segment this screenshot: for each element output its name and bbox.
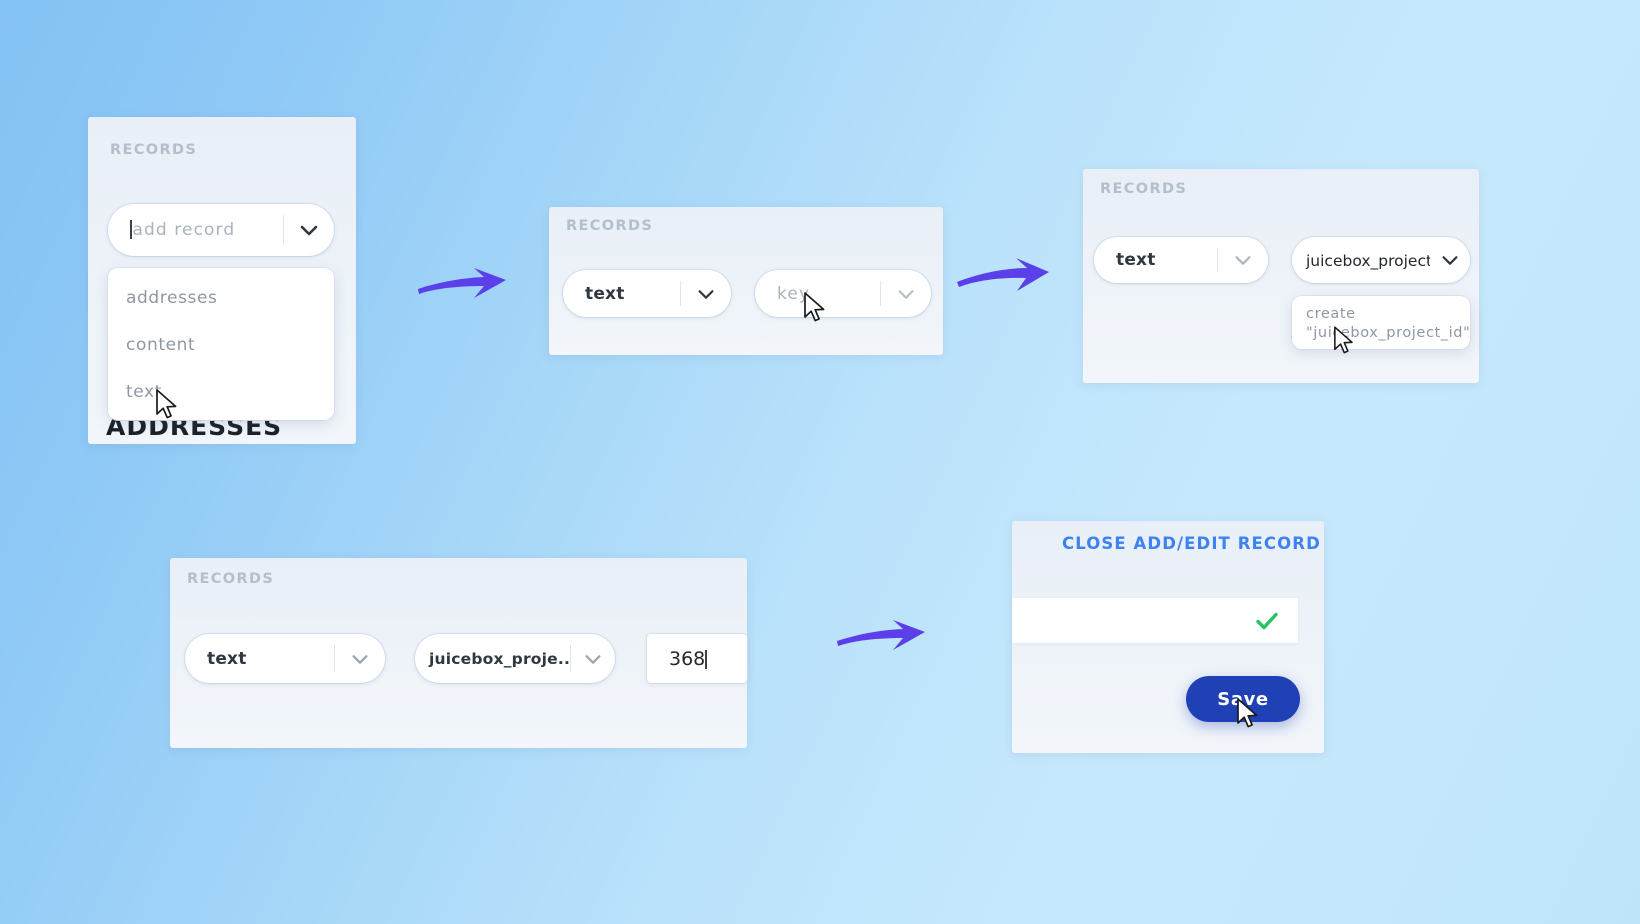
text-cursor: [130, 220, 132, 239]
key-select-step-4[interactable]: juicebox_proje...: [415, 634, 615, 683]
chevron-down-icon[interactable]: [284, 218, 334, 242]
check-icon: [1254, 608, 1280, 634]
key-combobox-value: juicebox_project_id: [1292, 251, 1430, 270]
chevron-down-icon[interactable]: [335, 648, 385, 670]
add-record-select[interactable]: add record: [108, 204, 334, 256]
type-select-step-4[interactable]: text: [185, 634, 385, 683]
type-select-value: text: [207, 648, 247, 669]
type-select-step-2[interactable]: text: [563, 270, 731, 317]
text-cursor: [705, 649, 707, 669]
create-key-dropdown[interactable]: create "juicebox_project_id": [1292, 296, 1470, 349]
key-select-value: juicebox_proje...: [429, 649, 570, 668]
key-select-value: key: [777, 283, 811, 304]
flow-arrow-1: [414, 258, 510, 310]
type-select-value: text: [585, 283, 625, 304]
type-select-step-3[interactable]: text: [1094, 237, 1268, 283]
type-select-value: text: [1116, 250, 1156, 270]
save-button[interactable]: Save: [1186, 676, 1300, 722]
value-input-text: 368: [669, 647, 707, 670]
chevron-down-icon[interactable]: [1218, 249, 1268, 271]
dropdown-option-text[interactable]: text: [126, 382, 162, 402]
add-record-select-value: add record: [108, 220, 283, 240]
panel-title: RECORDS: [566, 218, 654, 234]
panel-title: RECORDS: [187, 571, 275, 587]
add-record-dropdown[interactable]: addresses content text: [108, 268, 334, 420]
key-combobox-step-3[interactable]: juicebox_project_id: [1292, 237, 1470, 283]
panel-title: RECORDS: [110, 142, 198, 158]
chevron-down-icon[interactable]: [1430, 249, 1470, 271]
flow-arrow-3: [833, 610, 929, 662]
value-input-step-4[interactable]: 368: [647, 634, 747, 683]
flow-arrow-2: [953, 252, 1053, 306]
chevron-down-icon[interactable]: [681, 283, 731, 305]
dropdown-option-addresses[interactable]: addresses: [126, 288, 218, 308]
dropdown-option-content[interactable]: content: [126, 335, 195, 355]
confirm-row: [1012, 598, 1298, 643]
chevron-down-icon[interactable]: [881, 283, 931, 305]
chevron-down-icon[interactable]: [571, 648, 615, 670]
key-select-step-2[interactable]: key: [755, 270, 931, 317]
close-add-edit-record-link[interactable]: CLOSE ADD/EDIT RECORD: [1062, 534, 1321, 553]
panel-title: RECORDS: [1100, 181, 1188, 197]
dropdown-option-create-key[interactable]: create "juicebox_project_id": [1306, 305, 1470, 343]
